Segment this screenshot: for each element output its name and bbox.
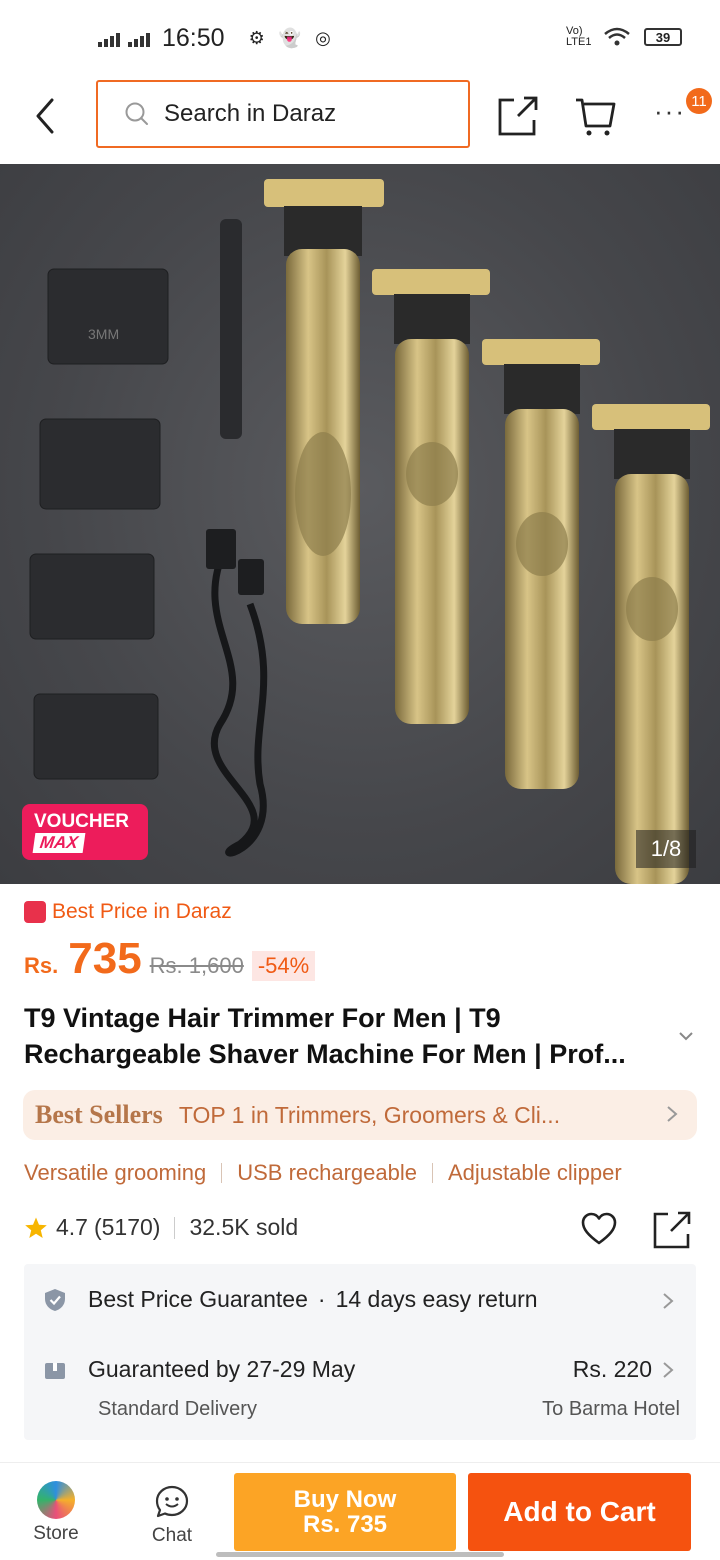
bottom-action-bar: Store Chat Buy Now Rs. 735 Add to Cart bbox=[0, 1462, 720, 1560]
sold-count: 32.5K sold bbox=[189, 1214, 299, 1240]
rating-count: (5170) bbox=[93, 1214, 161, 1240]
buy-now-price: Rs. 735 bbox=[302, 1511, 388, 1538]
price-currency: Rs. bbox=[24, 953, 59, 978]
delivery-fee: Rs. 220 bbox=[572, 1356, 652, 1382]
add-to-cart-button[interactable]: Add to Cart bbox=[468, 1473, 691, 1551]
wifi-icon bbox=[604, 27, 630, 46]
settings-icon: ⚙ bbox=[248, 28, 265, 48]
best-sellers-banner[interactable]: Best Sellers TOP 1 in Trimmers, Groomers… bbox=[23, 1090, 697, 1140]
signal-icon bbox=[98, 31, 120, 47]
delivery-row[interactable]: Guaranteed by 27-29 May Rs. 220 bbox=[44, 1356, 674, 1383]
guarantee-row[interactable]: Best Price Guarantee · 14 days easy retu… bbox=[44, 1286, 674, 1313]
buy-now-button[interactable]: Buy Now Rs. 735 bbox=[234, 1473, 456, 1551]
delivery-guarantee: Guaranteed by 27-29 May bbox=[88, 1356, 356, 1382]
search-input[interactable]: Search in Daraz bbox=[96, 80, 470, 148]
share-icon[interactable] bbox=[652, 1210, 692, 1250]
easy-return: 14 days easy return bbox=[335, 1286, 538, 1312]
best-sellers-label: Best Sellers bbox=[35, 1100, 163, 1129]
search-icon bbox=[125, 102, 148, 125]
search-placeholder: Search in Daraz bbox=[164, 100, 337, 127]
product-image-gallery[interactable]: 3MM VOUCHER MAX 1/8 bbox=[0, 164, 720, 884]
signal-icon-2 bbox=[128, 31, 150, 47]
status-time: 16:50 bbox=[162, 24, 225, 52]
top-nav: Search in Daraz ··· bbox=[0, 76, 720, 164]
current-price: 735 bbox=[68, 934, 142, 983]
package-icon bbox=[45, 1362, 65, 1379]
feature-tag: Versatile grooming bbox=[24, 1160, 207, 1185]
buy-now-label: Buy Now bbox=[293, 1486, 397, 1513]
feature-tag: Adjustable clipper bbox=[448, 1160, 622, 1185]
feature-divider bbox=[432, 1163, 433, 1183]
status-bar: 16:50 ⚙ 👻 ◎ Vo) LTE1 39 bbox=[0, 0, 720, 76]
status-left: 16:50 ⚙ 👻 ◎ bbox=[98, 24, 331, 53]
voucher-label: VOUCHER bbox=[34, 811, 130, 832]
snapchat-icon: 👻 bbox=[278, 28, 302, 48]
voucher-max-badge: VOUCHER MAX bbox=[22, 804, 148, 860]
store-label: Store bbox=[33, 1523, 79, 1544]
chevron-down-icon[interactable] bbox=[676, 1026, 696, 1046]
rating-divider bbox=[174, 1216, 176, 1239]
chevron-right-icon bbox=[667, 1106, 678, 1122]
network-label: Vo) LTE1 bbox=[566, 25, 592, 48]
discount-badge: -54% bbox=[251, 951, 316, 981]
store-button[interactable]: Store bbox=[16, 1481, 96, 1545]
status-right: Vo) LTE1 39 bbox=[566, 26, 682, 48]
chevron-right-icon bbox=[663, 1293, 674, 1309]
original-price: Rs. 1,600 bbox=[149, 953, 244, 978]
shield-check-icon bbox=[45, 1288, 65, 1311]
feature-tag: USB rechargeable bbox=[237, 1160, 417, 1185]
best-price-label: Best Price in Daraz bbox=[52, 900, 232, 923]
chat-button[interactable]: Chat bbox=[132, 1481, 212, 1547]
feature-tags: Versatile grooming USB rechargeable Adju… bbox=[24, 1160, 622, 1186]
service-info-box: Best Price Guarantee · 14 days easy retu… bbox=[24, 1264, 696, 1440]
delivery-location: To Barma Hotel bbox=[542, 1398, 680, 1420]
best-price-tag: Best Price in Daraz bbox=[24, 900, 232, 924]
back-arrow-icon[interactable] bbox=[30, 96, 66, 136]
rating-score: 4.7 bbox=[56, 1214, 88, 1240]
voucher-max-label: MAX bbox=[32, 833, 86, 853]
best-price-guarantee: Best Price Guarantee bbox=[88, 1286, 308, 1312]
product-title-line1: T9 Vintage Hair Trimmer For Men | T9 bbox=[24, 1003, 501, 1033]
image-counter: 1/8 bbox=[636, 830, 696, 868]
home-indicator[interactable] bbox=[216, 1552, 504, 1557]
comb-guards bbox=[29, 268, 169, 780]
price-row: Rs. 735 Rs. 1,600 -54% bbox=[24, 934, 316, 984]
separator-dot: · bbox=[317, 1286, 326, 1312]
chevron-right-icon bbox=[663, 1362, 674, 1378]
cart-count-badge: 11 bbox=[686, 88, 712, 114]
cart-icon[interactable] bbox=[574, 94, 618, 138]
delivery-type: Standard Delivery bbox=[98, 1398, 257, 1420]
feature-divider bbox=[221, 1163, 223, 1183]
share-icon[interactable] bbox=[496, 94, 540, 138]
product-title-line2: Rechargeable Shaver Machine For Men | Pr… bbox=[24, 1039, 626, 1069]
wishlist-heart-icon[interactable] bbox=[580, 1210, 618, 1248]
chat-icon bbox=[155, 1485, 189, 1518]
rating-row[interactable]: 4.7 (5170) 32.5K sold bbox=[24, 1214, 298, 1241]
store-icon bbox=[37, 1481, 75, 1519]
instagram-icon: ◎ bbox=[315, 28, 331, 48]
star-icon bbox=[25, 1217, 47, 1238]
svg-text:3MM: 3MM bbox=[88, 326, 119, 342]
product-photo: 3MM bbox=[29, 179, 710, 884]
chat-label: Chat bbox=[151, 1525, 193, 1546]
battery-icon: 39 bbox=[644, 28, 682, 46]
best-sellers-rank: TOP 1 in Trimmers, Groomers & Cli... bbox=[178, 1101, 561, 1128]
product-title[interactable]: T9 Vintage Hair Trimmer For Men | T9 Rec… bbox=[24, 1000, 674, 1072]
price-tag-icon bbox=[24, 901, 46, 923]
